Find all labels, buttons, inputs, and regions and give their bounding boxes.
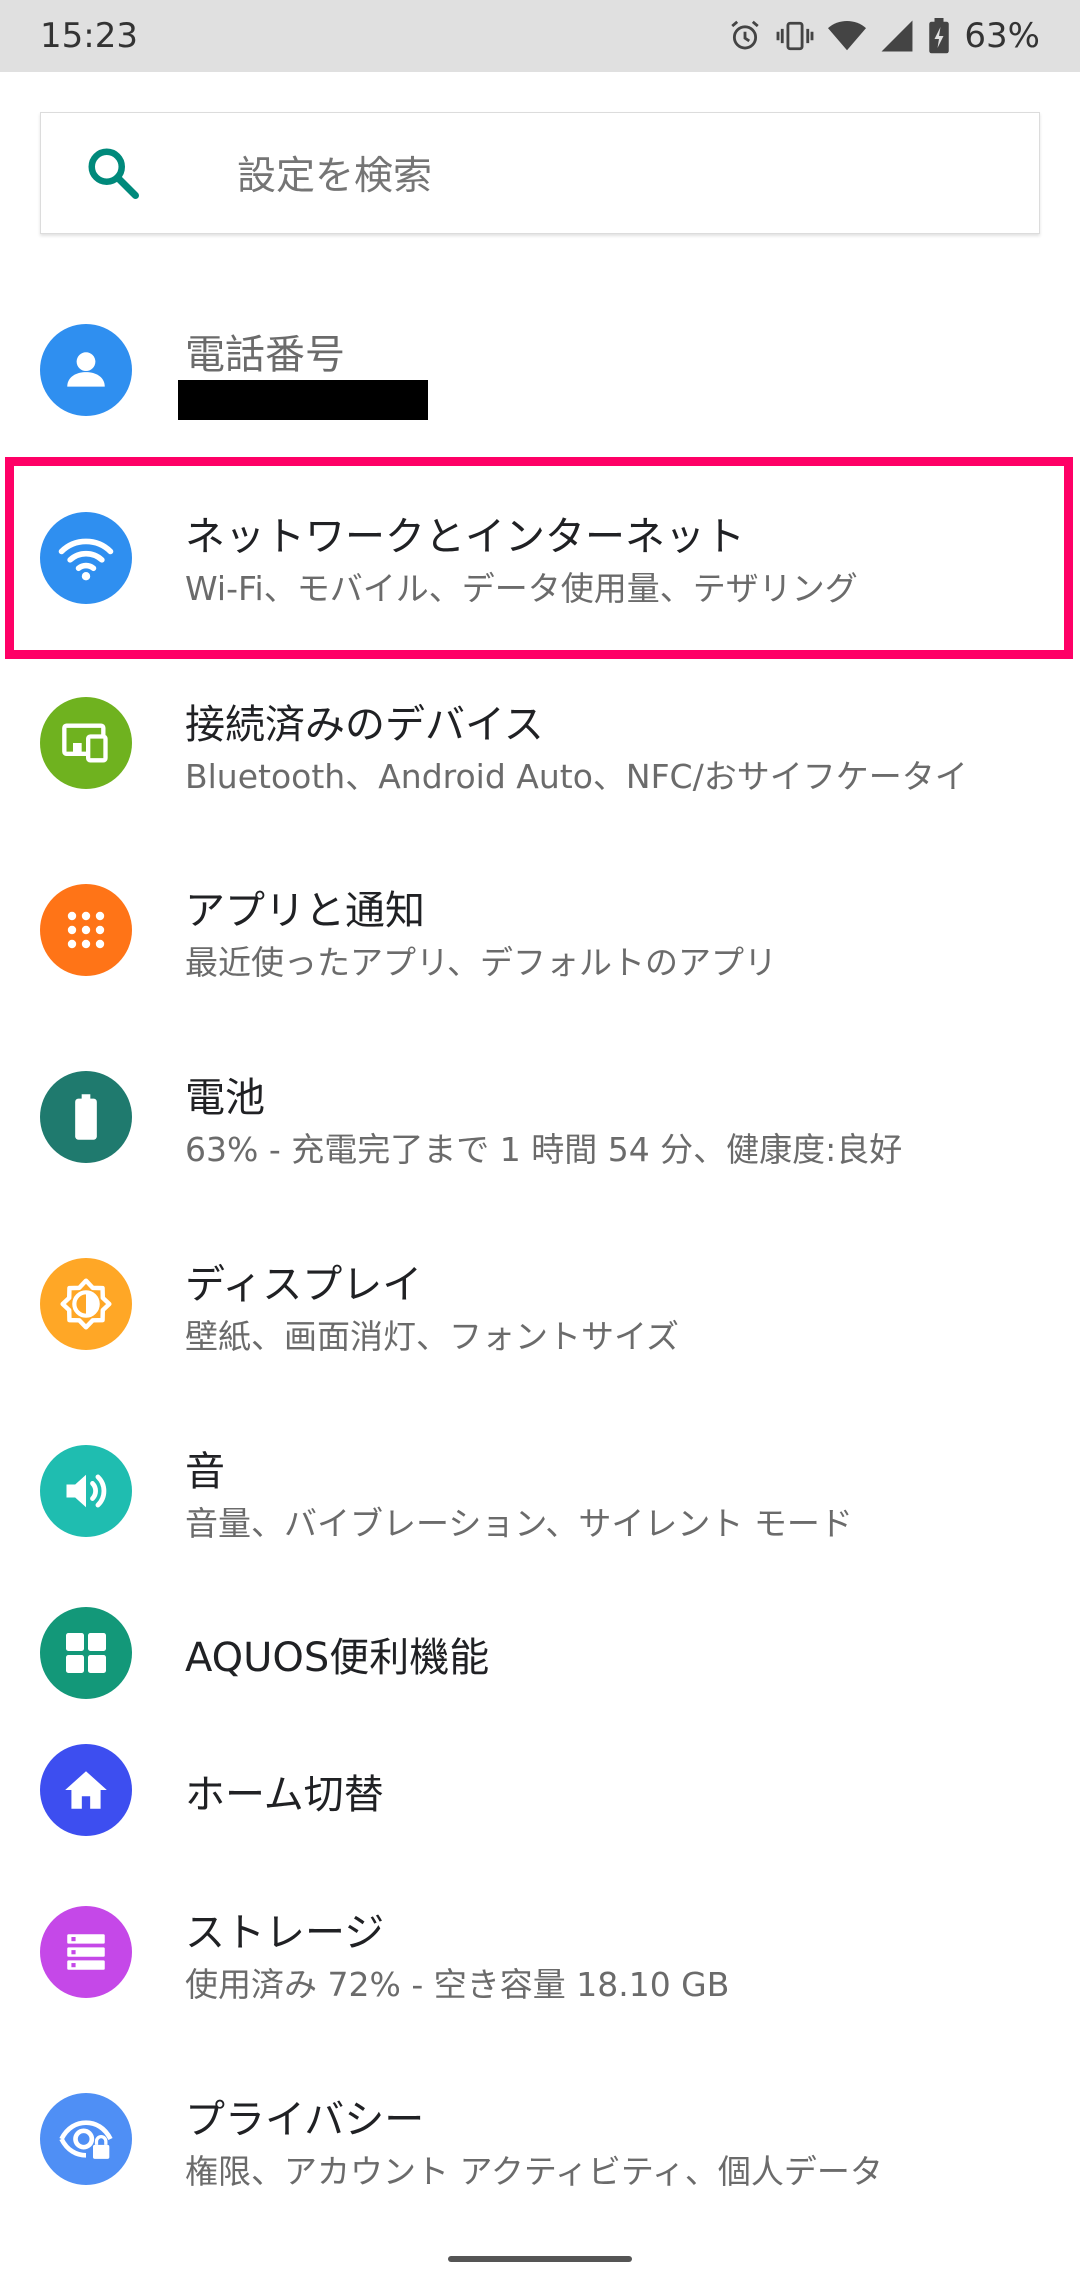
setting-subtitle: 使用済み 72% - 空き容量 18.10 GB <box>185 1965 730 2004</box>
setting-aquos[interactable]: AQUOS便利機能 <box>0 1605 1080 1741</box>
search-placeholder: 設定を検索 <box>237 154 433 199</box>
wifi-status-icon <box>828 20 867 51</box>
alarm-icon <box>731 20 760 50</box>
devices-icon <box>40 697 132 789</box>
battery-charging-icon <box>929 18 950 54</box>
setting-title: 接続済みのデバイス <box>185 702 544 748</box>
battery-percent: 63% <box>964 16 1040 56</box>
setting-apps[interactable]: アプリと通知 最近使ったアプリ、デフォルトのアプリ <box>0 866 1080 1046</box>
setting-display[interactable]: ディスプレイ 壁紙、画面消灯、フォントサイズ <box>0 1240 1080 1420</box>
grid-tiles-icon <box>40 1607 132 1699</box>
setting-title: 電池 <box>185 1075 265 1121</box>
setting-title: AQUOS便利機能 <box>185 1635 490 1681</box>
search-icon <box>88 148 139 199</box>
setting-connected-devices[interactable]: 接続済みのデバイス Bluetooth、Android Auto、NFC/おサイ… <box>0 680 1080 860</box>
setting-title: アプリと通知 <box>185 888 425 934</box>
status-bar: 15:23 63% <box>0 0 1080 72</box>
setting-subtitle: 63% - 充電完了まで 1 時間 54 分、健康度:良好 <box>185 1130 903 1169</box>
setting-title: ホーム切替 <box>185 1772 384 1818</box>
setting-title: ストレージ <box>185 1910 385 1956</box>
setting-subtitle: 音量、バイブレーション、サイレント モード <box>185 1504 853 1543</box>
setting-subtitle: 権限、アカウント アクティビティ、個人データ <box>185 2152 883 2191</box>
setting-sound[interactable]: 音 音量、バイブレーション、サイレント モード <box>0 1427 1080 1607</box>
setting-title: ディスプレイ <box>185 1262 423 1308</box>
phone-number-redacted <box>178 380 428 420</box>
brightness-icon <box>40 1258 132 1350</box>
person-icon <box>40 324 132 416</box>
settings-search-bar[interactable]: 設定を検索 <box>40 112 1040 234</box>
apps-grid-icon <box>40 884 132 976</box>
status-icons: 63% <box>728 16 1040 56</box>
home-icon <box>40 1744 132 1836</box>
volume-icon <box>40 1445 132 1537</box>
setting-title: 音 <box>185 1449 225 1495</box>
battery-icon <box>40 1071 132 1163</box>
account-title: 電話番号 <box>185 332 345 378</box>
highlight-frame <box>5 457 1073 659</box>
privacy-eye-icon <box>40 2093 132 2185</box>
setting-storage[interactable]: ストレージ 使用済み 72% - 空き容量 18.10 GB <box>0 1888 1080 2068</box>
setting-privacy[interactable]: プライバシー 権限、アカウント アクティビティ、個人データ <box>0 2075 1080 2255</box>
account-row[interactable]: 電話番号 <box>0 315 1080 455</box>
storage-icon <box>40 1906 132 1998</box>
vibrate-icon <box>777 21 814 51</box>
signal-icon <box>881 20 913 52</box>
status-time: 15:23 <box>40 16 138 56</box>
gesture-nav-handle[interactable] <box>448 2256 632 2262</box>
setting-home-switch[interactable]: ホーム切替 <box>0 1742 1080 1878</box>
setting-title: プライバシー <box>185 2097 425 2143</box>
setting-subtitle: 最近使ったアプリ、デフォルトのアプリ <box>185 943 778 982</box>
setting-subtitle: Bluetooth、Android Auto、NFC/おサイフケータイ <box>185 757 968 796</box>
setting-battery[interactable]: 電池 63% - 充電完了まで 1 時間 54 分、健康度:良好 <box>0 1053 1080 1233</box>
setting-subtitle: 壁紙、画面消灯、フォントサイズ <box>185 1317 680 1356</box>
